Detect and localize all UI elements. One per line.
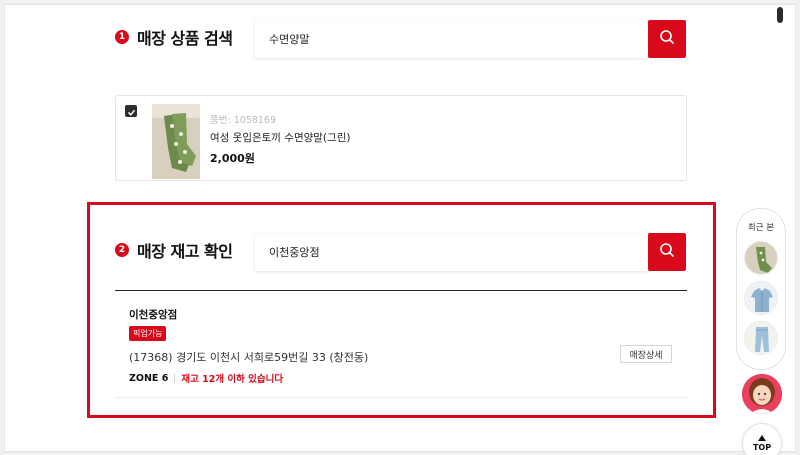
store-list-bottom-line <box>115 397 687 398</box>
step-number-1: 1 <box>115 30 129 44</box>
search-icon <box>659 242 675 262</box>
chatbot-avatar[interactable] <box>742 374 782 414</box>
store-search-button[interactable] <box>648 233 686 271</box>
store-name: 이천중앙점 <box>129 309 178 321</box>
product-code: 품번: 1058169 <box>210 115 277 126</box>
step-number-2: 2 <box>115 243 129 257</box>
store-detail-label: 매장상세 <box>629 350 663 361</box>
product-search-button[interactable] <box>648 20 686 58</box>
product-name[interactable]: 여성 옷입은토끼 수면양말(그린) <box>210 130 350 145</box>
search-icon <box>659 29 675 49</box>
product-search-input[interactable]: 수면양말 <box>255 20 648 58</box>
recent-item-jeans[interactable] <box>744 321 778 355</box>
recently-viewed-panel: 최근 본 <box>736 208 786 370</box>
recent-item-denim-shirt[interactable] <box>744 281 778 315</box>
store-list-divider <box>115 290 687 291</box>
section2-title: 매장 재고 확인 <box>137 242 233 261</box>
top-label: TOP <box>752 443 772 452</box>
product-search-value: 수면양말 <box>269 33 310 46</box>
store-search-input[interactable]: 이천중앙점 <box>255 233 648 271</box>
product-thumbnail[interactable] <box>152 104 200 179</box>
scrollbar-thumb[interactable] <box>777 7 783 23</box>
store-search-value: 이천중앙점 <box>269 246 320 259</box>
store-zone-row: ZONE 6 재고 12개 이하 있습니다 <box>129 371 284 386</box>
section1-heading: 1 매장 상품 검색 <box>115 25 233 49</box>
arrow-up-icon <box>758 434 766 443</box>
scroll-to-top-button[interactable]: TOP <box>742 423 782 455</box>
recent-item-green-sock[interactable] <box>744 241 778 275</box>
store-detail-button[interactable]: 매장상세 <box>620 345 672 363</box>
stock-status: 재고 12개 이하 있습니다 <box>181 374 284 385</box>
product-card[interactable]: 품번: 1058169 여성 옷입은토끼 수면양말(그린) 2,000원 <box>115 95 687 181</box>
store-zone: ZONE 6 <box>129 372 169 384</box>
pickup-badge: 픽업가능 <box>129 326 167 341</box>
section2-heading: 2 매장 재고 확인 <box>115 238 233 262</box>
page-frame: 1 매장 상품 검색 수면양말 품번: 1058169 여성 옷입은토끼 수면양… <box>4 4 796 455</box>
store-address: (17368) 경기도 이천시 서희로59번길 33 (창전동) <box>129 351 369 364</box>
zone-separator <box>174 373 176 383</box>
product-checkbox[interactable] <box>125 105 137 117</box>
recently-viewed-title: 최근 본 <box>747 223 775 233</box>
section1-title: 매장 상품 검색 <box>137 29 233 48</box>
check-icon <box>127 102 136 121</box>
product-price: 2,000원 <box>210 152 255 165</box>
